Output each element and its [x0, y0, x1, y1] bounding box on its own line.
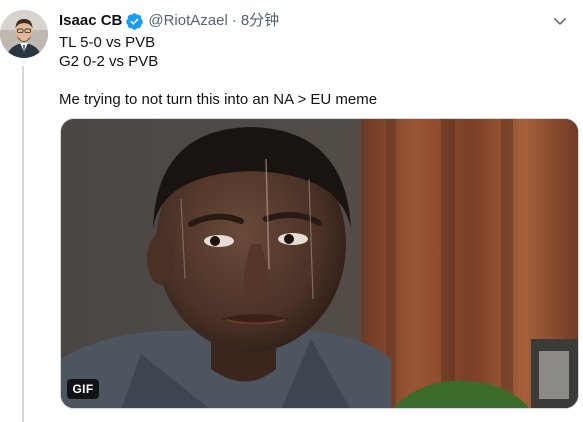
chevron-down-icon[interactable]: [551, 12, 569, 30]
verified-badge-icon: [126, 12, 144, 30]
tweet-text-line: TL 5-0 vs PVB: [59, 34, 156, 51]
separator-dot: ·: [231, 12, 237, 29]
tweet-header: Isaac CB @RiotAzael · 8分钟: [59, 10, 563, 32]
timestamp[interactable]: 8分钟: [241, 11, 279, 31]
tweet[interactable]: Isaac CB @RiotAzael · 8分钟 TL 5-0 vs PVB …: [0, 0, 583, 422]
avatar[interactable]: [0, 10, 48, 58]
gif-image: [61, 119, 578, 408]
thread-line: [22, 66, 24, 422]
tweet-text-line: G2 0-2 vs PVB: [59, 53, 159, 70]
gif-badge: GIF: [67, 379, 99, 399]
gif-media[interactable]: [60, 118, 579, 409]
tweet-text: TL 5-0 vs PVB G2 0-2 vs PVB Me trying to…: [59, 33, 559, 109]
author-handle[interactable]: @RiotAzael: [148, 11, 227, 31]
tweet-text-line: Me trying to not turn this into an NA > …: [59, 91, 378, 108]
display-name[interactable]: Isaac CB: [59, 11, 122, 31]
avatar-image: [0, 10, 48, 58]
